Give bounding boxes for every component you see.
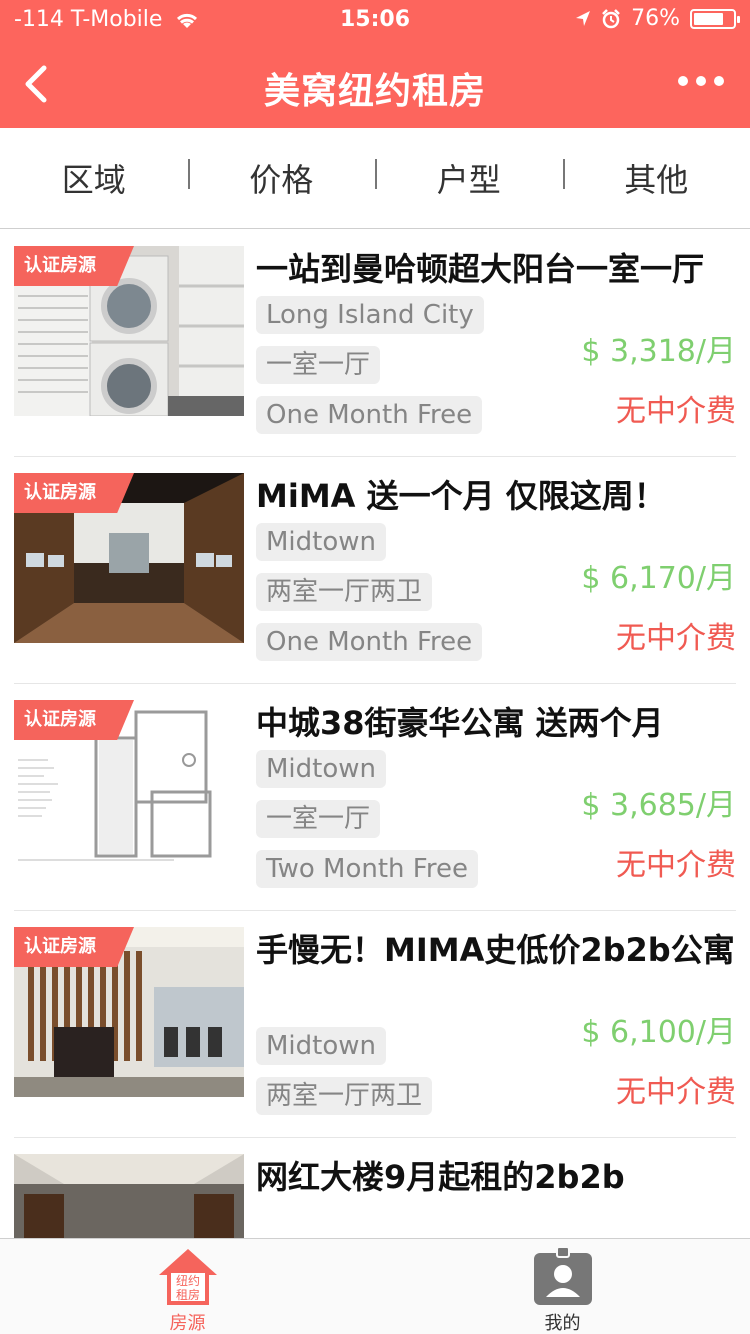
tag-layout: 一室一厅 xyxy=(256,800,381,838)
listing-title: 中城38街豪华公寓 送两个月 xyxy=(256,704,664,742)
home-icon-text-bottom: 租房 xyxy=(175,1287,199,1302)
filter-other[interactable]: 其他 xyxy=(562,155,750,201)
listing-item[interactable]: 网红大楼9月起租的2b2b xyxy=(14,1138,736,1238)
no-fee-label: 无中介费 xyxy=(616,621,736,656)
listing-title: 手慢无！MIMA史低价2b2b公寓 xyxy=(256,931,735,969)
tag-promo: Two Month Free xyxy=(256,850,478,888)
tab-me-label: 我的 xyxy=(544,1313,581,1334)
listing-price: $ 6,100/月 xyxy=(581,1015,736,1050)
listing-photo xyxy=(14,1154,244,1238)
listing-price: $ 3,685/月 xyxy=(581,788,736,823)
header: -114 T-Mobile 15:06 76% 美窝纽约租房 xyxy=(0,0,750,128)
listing-item[interactable]: 认证房源 MiMA 送一个月 仅限这周！ Midtown 两室一厅两卫 One … xyxy=(14,457,736,684)
tag-promo: One Month Free xyxy=(256,623,483,661)
tab-bar: 纽约 租房 房源 我的 xyxy=(0,1238,750,1334)
alarm-icon xyxy=(602,8,620,28)
profile-badge-icon xyxy=(533,1247,592,1305)
listing-photo: 认证房源 xyxy=(14,246,244,416)
home-listings-icon: 纽约 租房 xyxy=(158,1249,217,1305)
tab-me[interactable]: 我的 xyxy=(375,1239,750,1334)
tag-layout: 两室一厅两卫 xyxy=(256,573,433,611)
listing-item[interactable]: 认证房源 中城38街豪华公寓 送两个月 Midtown 一室一厅 Two Mon… xyxy=(14,684,736,911)
listing-price: $ 3,318/月 xyxy=(581,334,736,369)
verified-badge: 认证房源 xyxy=(14,927,134,967)
listing-photo: 认证房源 xyxy=(14,927,244,1097)
verified-badge: 认证房源 xyxy=(14,700,134,740)
listing-photo: 认证房源 xyxy=(14,700,244,870)
location-arrow-icon xyxy=(576,10,591,26)
listing-item[interactable]: 认证房源 一站到曼哈顿超大阳台一室一厅 Long Island City 一室一… xyxy=(14,230,736,457)
tag-neighborhood: Midtown xyxy=(256,523,387,561)
listing-title: MiMA 送一个月 仅限这周！ xyxy=(256,477,666,515)
tab-listings-label: 房源 xyxy=(169,1313,206,1334)
listing-photo: 认证房源 xyxy=(14,473,244,643)
listing-item[interactable]: 认证房源 手慢无！MIMA史低价2b2b公寓 Midtown 两室一厅两卫 $ … xyxy=(14,911,736,1138)
tag-neighborhood: Long Island City xyxy=(256,296,484,334)
listing-title: 网红大楼9月起租的2b2b xyxy=(256,1158,625,1196)
listing-price: $ 6,170/月 xyxy=(581,561,736,596)
verified-badge: 认证房源 xyxy=(14,246,134,286)
tag-neighborhood: Midtown xyxy=(256,750,387,788)
nav-bar: 美窝纽约租房 xyxy=(0,40,750,128)
tab-listings[interactable]: 纽约 租房 房源 xyxy=(0,1239,375,1334)
tag-promo: One Month Free xyxy=(256,396,483,434)
status-bar: -114 T-Mobile 15:06 76% xyxy=(0,0,750,40)
tag-neighborhood: Midtown xyxy=(256,1027,387,1065)
battery-percent: 76% xyxy=(631,6,680,31)
listing-list: 认证房源 一站到曼哈顿超大阳台一室一厅 Long Island City 一室一… xyxy=(0,230,750,1238)
tag-layout: 两室一厅两卫 xyxy=(256,1077,433,1115)
listing-title: 一站到曼哈顿超大阳台一室一厅 xyxy=(256,250,705,288)
no-fee-label: 无中介费 xyxy=(616,1075,736,1110)
filter-layout[interactable]: 户型 xyxy=(375,155,563,201)
verified-badge: 认证房源 xyxy=(14,473,134,513)
battery-icon xyxy=(690,8,740,29)
filter-area[interactable]: 区域 xyxy=(0,155,188,201)
home-icon-text-top: 纽约 xyxy=(175,1273,199,1288)
no-fee-label: 无中介费 xyxy=(616,848,736,883)
filter-bar: 区域 价格 户型 其他 xyxy=(0,128,750,229)
more-menu-icon[interactable] xyxy=(678,74,724,88)
no-fee-label: 无中介费 xyxy=(616,394,736,429)
page-title: 美窝纽约租房 xyxy=(263,71,486,112)
filter-price[interactable]: 价格 xyxy=(187,155,376,201)
tag-layout: 一室一厅 xyxy=(256,346,381,384)
